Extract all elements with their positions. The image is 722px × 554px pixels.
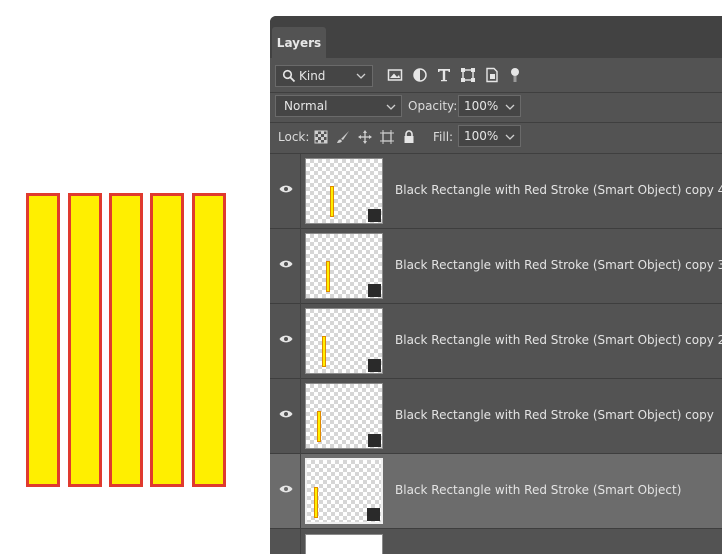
- yellow-bar: [68, 193, 102, 487]
- blend-mode-value: Normal: [284, 99, 328, 113]
- layer-name[interactable]: Black Rectangle with Red Stroke (Smart O…: [395, 183, 722, 197]
- lock-transparent-pixels-icon[interactable]: [314, 130, 328, 144]
- layer-row-selected[interactable]: Black Rectangle with Red Stroke (Smart O…: [270, 454, 722, 529]
- lock-all-icon[interactable]: [402, 130, 416, 144]
- visibility-eye-icon[interactable]: [279, 484, 293, 494]
- layer-row[interactable]: [270, 529, 722, 554]
- layer-row[interactable]: Black Rectangle with Red Stroke (Smart O…: [270, 154, 722, 229]
- visibility-eye-icon[interactable]: [279, 184, 293, 194]
- visibility-eye-icon[interactable]: [279, 409, 293, 419]
- tab-layers-label: Layers: [276, 35, 322, 50]
- adjustment-filter-icon[interactable]: [412, 67, 428, 83]
- lock-image-pixels-icon[interactable]: [336, 130, 350, 144]
- fill-value: 100%: [464, 129, 499, 143]
- layer-name[interactable]: Black Rectangle with Red Stroke (Smart O…: [395, 258, 722, 272]
- smart-object-badge-icon: [368, 359, 381, 372]
- layer-name[interactable]: Black Rectangle with Red Stroke (Smart O…: [395, 483, 681, 497]
- kind-filter-label: Kind: [299, 69, 326, 83]
- image-filter-icon[interactable]: [387, 67, 403, 83]
- smart-object-badge-icon: [368, 209, 381, 222]
- layer-thumbnail[interactable]: [305, 308, 383, 374]
- divider: [300, 529, 301, 554]
- document-canvas[interactable]: [0, 0, 270, 554]
- layer-name[interactable]: Black Rectangle with Red Stroke (Smart O…: [395, 408, 714, 422]
- layer-row[interactable]: Black Rectangle with Red Stroke (Smart O…: [270, 229, 722, 304]
- shape-filter-icon[interactable]: [460, 67, 476, 83]
- yellow-bar: [26, 193, 60, 487]
- lock-label: Lock:: [278, 130, 310, 144]
- layer-name[interactable]: Black Rectangle with Red Stroke (Smart O…: [395, 333, 722, 347]
- thumbnail-bar: [322, 336, 326, 367]
- yellow-bar: [109, 193, 143, 487]
- divider: [300, 454, 301, 529]
- yellow-bar: [150, 193, 184, 487]
- layer-thumbnail[interactable]: [305, 233, 383, 299]
- layer-thumbnail[interactable]: [305, 534, 383, 554]
- chevron-down-icon: [505, 104, 515, 110]
- thumbnail-bar: [317, 411, 321, 442]
- blend-opacity-row: Normal Opacity: 100%: [270, 93, 722, 123]
- divider: [300, 229, 301, 304]
- layer-thumbnail[interactable]: [305, 383, 383, 449]
- chevron-down-icon: [386, 104, 396, 110]
- layer-filter-row: Kind: [270, 62, 722, 92]
- lock-position-icon[interactable]: [358, 130, 372, 144]
- fill-label: Fill:: [433, 130, 454, 144]
- layer-row[interactable]: Black Rectangle with Red Stroke (Smart O…: [270, 379, 722, 454]
- layer-thumbnail[interactable]: [305, 458, 383, 524]
- opacity-field[interactable]: 100%: [458, 95, 521, 117]
- smart-object-badge-icon: [367, 508, 380, 521]
- smart-object-filter-icon[interactable]: [484, 67, 500, 83]
- visibility-eye-icon[interactable]: [279, 259, 293, 269]
- tab-layers[interactable]: Layers: [272, 27, 326, 58]
- lock-artboard-icon[interactable]: [380, 130, 394, 144]
- divider: [300, 379, 301, 454]
- thumbnail-bar: [326, 261, 330, 292]
- yellow-bar: [192, 193, 226, 487]
- divider: [300, 154, 301, 229]
- search-icon: [282, 69, 296, 83]
- opacity-label: Opacity:: [408, 99, 458, 113]
- chevron-down-icon: [356, 73, 366, 79]
- smart-object-badge-icon: [368, 434, 381, 447]
- chevron-down-icon: [505, 134, 515, 140]
- layers-panel: Layers Kind Normal Opacity: 100% Lock: F…: [270, 16, 722, 554]
- smart-object-badge-icon: [368, 284, 381, 297]
- fill-field[interactable]: 100%: [458, 125, 521, 147]
- blend-mode-select[interactable]: Normal: [275, 95, 402, 117]
- panel-tab-bar: Layers: [270, 16, 722, 58]
- filter-toggle-icon[interactable]: [510, 67, 520, 83]
- type-filter-icon[interactable]: [436, 67, 452, 83]
- layer-row[interactable]: Black Rectangle with Red Stroke (Smart O…: [270, 304, 722, 379]
- opacity-value: 100%: [464, 99, 499, 113]
- visibility-eye-icon[interactable]: [279, 334, 293, 344]
- thumbnail-bar: [330, 186, 334, 217]
- thumbnail-bar: [314, 487, 318, 518]
- kind-filter-select[interactable]: Kind: [275, 65, 373, 87]
- lock-fill-row: Lock: Fill: 100%: [270, 123, 722, 153]
- layer-thumbnail[interactable]: [305, 158, 383, 224]
- divider: [300, 304, 301, 379]
